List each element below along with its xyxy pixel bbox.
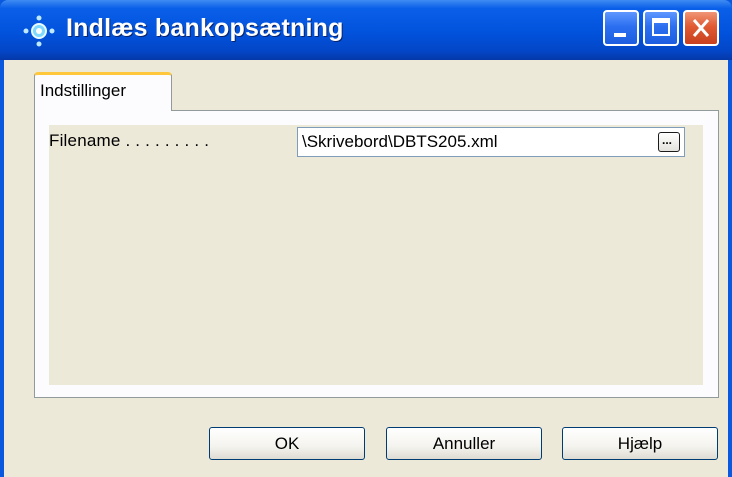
tab-panel: Filename . . . . . . . . . \Skrivebord\D… [34,110,719,398]
close-icon [692,19,710,37]
minimize-button[interactable] [603,10,639,46]
help-button[interactable]: Hjælp [562,427,718,460]
app-globe-icon[interactable] [22,14,56,48]
dialog-window: Indlæs bankopsætning Indstillinger Filen… [0,0,732,477]
ellipsis-icon: ... [662,133,673,147]
close-button[interactable] [683,10,719,46]
maximize-icon [652,18,670,36]
tab-label: Indstillinger [40,81,126,100]
browse-button[interactable]: ... [658,132,680,152]
window-title: Indlæs bankopsætning [66,14,344,42]
minimize-icon [614,33,626,37]
cancel-button[interactable]: Annuller [386,427,542,460]
dialog-client-area: Indstillinger Filename . . . . . . . . .… [4,60,728,477]
filename-value: \Skrivebord\DBTS205.xml [302,132,498,151]
title-bar[interactable]: Indlæs bankopsætning [0,0,732,60]
tab-indstillinger[interactable]: Indstillinger [34,72,172,111]
ok-button[interactable]: OK [209,427,365,460]
settings-area: Filename . . . . . . . . . \Skrivebord\D… [49,125,703,385]
maximize-button[interactable] [643,10,679,46]
filename-field[interactable]: \Skrivebord\DBTS205.xml ... [297,127,685,157]
filename-label: Filename . . . . . . . . . [49,131,210,150]
